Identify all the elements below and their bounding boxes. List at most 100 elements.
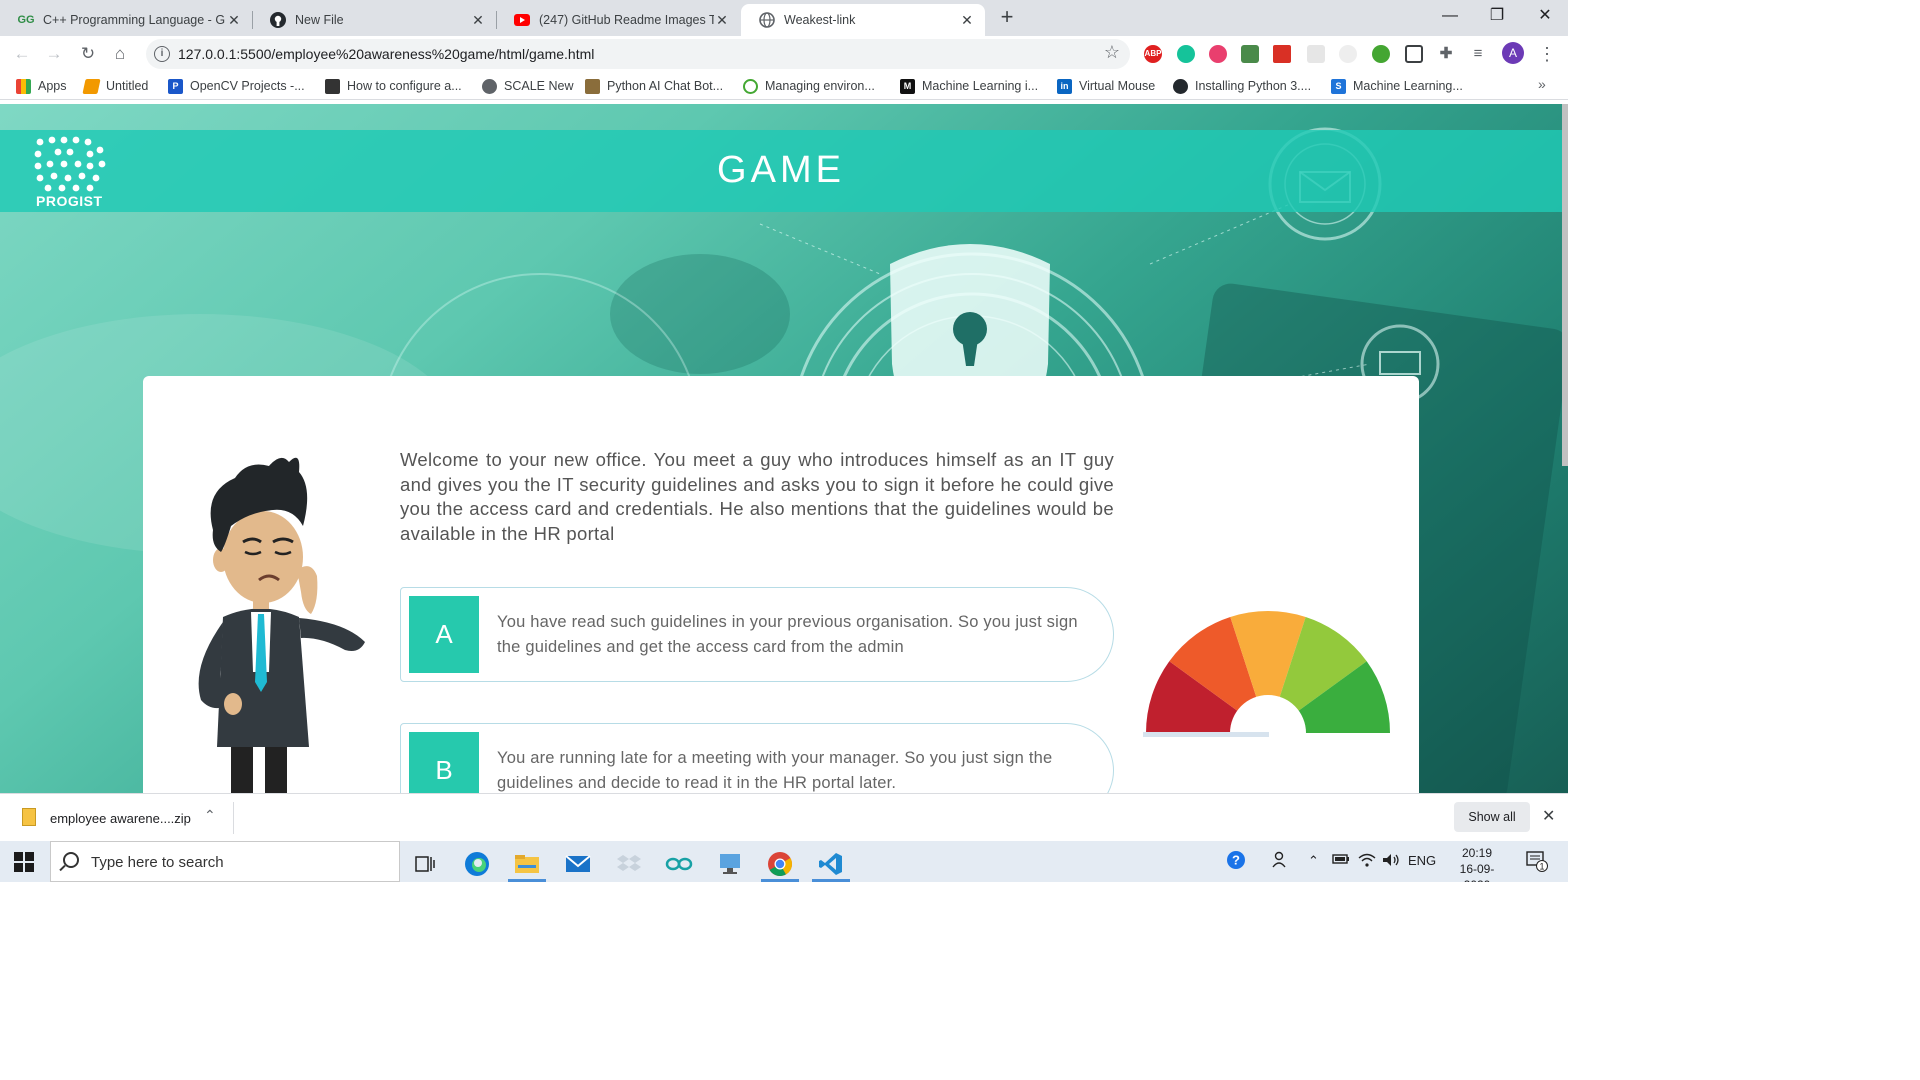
battery-icon[interactable]: [1332, 853, 1350, 868]
option-a[interactable]: A You have read such guidelines in your …: [400, 587, 1114, 682]
system-clock[interactable]: 20:19 16-09-2020: [1452, 845, 1502, 882]
bookmark-opencv[interactable]: P OpenCV Projects -...: [168, 77, 305, 95]
linkedin-icon: in: [1057, 78, 1072, 94]
apps-grid-icon: [16, 78, 31, 94]
bookmark-ml-simplilearn[interactable]: S Machine Learning...: [1331, 77, 1463, 95]
bookmark-apps[interactable]: Apps: [16, 77, 67, 95]
extension-red-icon[interactable]: [1273, 45, 1291, 63]
notifications-icon[interactable]: 1: [1526, 850, 1548, 875]
bookmark-ml-medium[interactable]: M Machine Learning i...: [900, 77, 1038, 95]
taskbar-search-box[interactable]: Type here to search: [50, 841, 400, 882]
grammarly-icon[interactable]: [1177, 45, 1195, 63]
chrome-menu-icon[interactable]: ⋮: [1538, 42, 1556, 66]
extensions-puzzle-icon[interactable]: ✚: [1437, 45, 1455, 63]
bookmark-managing-env[interactable]: Managing environ...: [743, 77, 875, 95]
conda-icon: [743, 78, 758, 94]
option-letter[interactable]: B: [409, 732, 479, 793]
extension-grid-icon[interactable]: [1307, 45, 1325, 63]
close-tab-icon[interactable]: ✕: [470, 12, 486, 29]
edge-browser-icon[interactable]: [456, 846, 498, 882]
restore-button[interactable]: ❐: [1474, 0, 1520, 32]
back-button[interactable]: ←: [8, 40, 36, 68]
close-download-bar-icon[interactable]: ✕: [1542, 806, 1555, 826]
close-tab-icon[interactable]: ✕: [714, 12, 730, 29]
tab-weakest-link[interactable]: Weakest-link ✕: [741, 4, 985, 36]
extension-sheet-icon[interactable]: [1241, 45, 1259, 63]
simplilearn-icon: S: [1331, 78, 1346, 94]
page-title: GAME: [717, 149, 845, 191]
new-tab-button[interactable]: +: [992, 5, 1022, 31]
tab-new-file[interactable]: New File ✕: [252, 4, 496, 36]
remote-desktop-icon[interactable]: [709, 846, 751, 882]
help-icon[interactable]: ?: [1226, 850, 1246, 873]
address-bar[interactable]: i 127.0.0.1:5500/employee%20awareness%20…: [146, 39, 1130, 69]
url-text[interactable]: 127.0.0.1:5500/employee%20awareness%20ga…: [178, 46, 594, 62]
clock-time: 20:19: [1461, 846, 1493, 860]
profile-avatar[interactable]: A: [1502, 42, 1524, 64]
arduino-icon[interactable]: [658, 846, 700, 882]
bookmark-label: Python AI Chat Bot...: [607, 79, 724, 93]
tab-cpp[interactable]: GG C++ Programming Language - G ✕: [0, 4, 252, 36]
extension-plus-icon[interactable]: [1372, 45, 1390, 63]
download-file-name[interactable]: employee awarene....zip: [50, 811, 191, 826]
tab-strip: GG C++ Programming Language - G ✕ New Fi…: [0, 0, 1568, 36]
dropbox-icon[interactable]: [608, 846, 650, 882]
bookmark-star-icon[interactable]: ☆: [1104, 42, 1120, 63]
minimize-button[interactable]: —: [1427, 0, 1473, 32]
bookmark-python-ai[interactable]: Python AI Chat Bot...: [585, 77, 723, 95]
bookmark-untitled[interactable]: Untitled: [82, 77, 148, 95]
question-text: Welcome to your new office. You meet a g…: [400, 449, 1114, 544]
forward-button[interactable]: →: [40, 40, 68, 68]
bookmarks-bar: Apps Untitled P OpenCV Projects -... How…: [0, 72, 1568, 100]
extension-t-icon[interactable]: [1209, 45, 1227, 63]
show-all-button[interactable]: Show all: [1454, 802, 1530, 832]
bookmark-icon: [82, 78, 101, 94]
medium-icon: M: [900, 78, 915, 94]
tab-title: (247) GitHub Readme Images Tut: [539, 13, 714, 27]
option-letter[interactable]: A: [409, 596, 479, 673]
bookmark-installing-python[interactable]: Installing Python 3....: [1173, 77, 1311, 95]
task-view-icon[interactable]: [404, 846, 446, 882]
geeksforgeeks-icon: GG: [17, 14, 35, 26]
logo-text: PROGIST: [36, 193, 103, 209]
close-window-button[interactable]: ✕: [1522, 0, 1568, 32]
chevron-up-icon[interactable]: ⌃: [204, 807, 216, 824]
media-queue-icon[interactable]: ≡: [1469, 45, 1487, 63]
download-bar: employee awarene....zip ⌃ Show all ✕: [0, 793, 1568, 841]
close-tab-icon[interactable]: ✕: [226, 12, 242, 29]
option-text[interactable]: You have read such guidelines in your pr…: [497, 610, 1097, 659]
bookmark-label: SCALE New: [504, 79, 574, 93]
file-explorer-icon[interactable]: [506, 846, 548, 882]
question-card: Welcome to your new office. You meet a g…: [143, 376, 1419, 793]
volume-icon[interactable]: [1382, 853, 1400, 870]
option-b[interactable]: B You are running late for a meeting wit…: [400, 723, 1114, 793]
page-viewport: PROGIST GAME Welcome to your new office.…: [0, 104, 1568, 793]
bookmark-scale[interactable]: SCALE New: [482, 77, 573, 95]
option-text[interactable]: You are running late for a meeting with …: [497, 746, 1097, 793]
search-placeholder[interactable]: Type here to search: [91, 854, 224, 871]
close-tab-icon[interactable]: ✕: [959, 12, 975, 29]
home-button[interactable]: ⌂: [106, 40, 134, 68]
tab-youtube[interactable]: (247) GitHub Readme Images Tut ✕: [496, 4, 740, 36]
bookmark-virtual-mouse[interactable]: in Virtual Mouse: [1057, 77, 1155, 95]
chrome-icon[interactable]: [759, 846, 801, 882]
tab-title: C++ Programming Language - G: [43, 13, 226, 27]
input-language[interactable]: ENG: [1408, 853, 1436, 868]
people-icon[interactable]: [1272, 850, 1290, 871]
reload-button[interactable]: ↻: [74, 40, 102, 68]
bookmark-label: OpenCV Projects -...: [190, 79, 305, 93]
bookmark-configure[interactable]: How to configure a...: [325, 77, 462, 95]
adblock-plus-icon[interactable]: ABP: [1144, 45, 1162, 63]
mail-icon[interactable]: [557, 846, 599, 882]
windows-start-icon[interactable]: [14, 852, 34, 872]
extension-light-icon[interactable]: [1339, 45, 1357, 63]
wifi-icon[interactable]: [1358, 853, 1376, 870]
more-bookmarks-icon[interactable]: »: [1538, 76, 1546, 92]
site-icon: [325, 78, 340, 94]
vscode-icon[interactable]: [810, 846, 852, 882]
bookmark-label: Installing Python 3....: [1195, 79, 1312, 93]
site-info-icon[interactable]: i: [154, 46, 170, 62]
chevron-up-icon[interactable]: ⌃: [1308, 853, 1319, 869]
screenshot-extension-icon[interactable]: [1405, 45, 1423, 63]
page-scrollbar[interactable]: [1562, 104, 1568, 466]
